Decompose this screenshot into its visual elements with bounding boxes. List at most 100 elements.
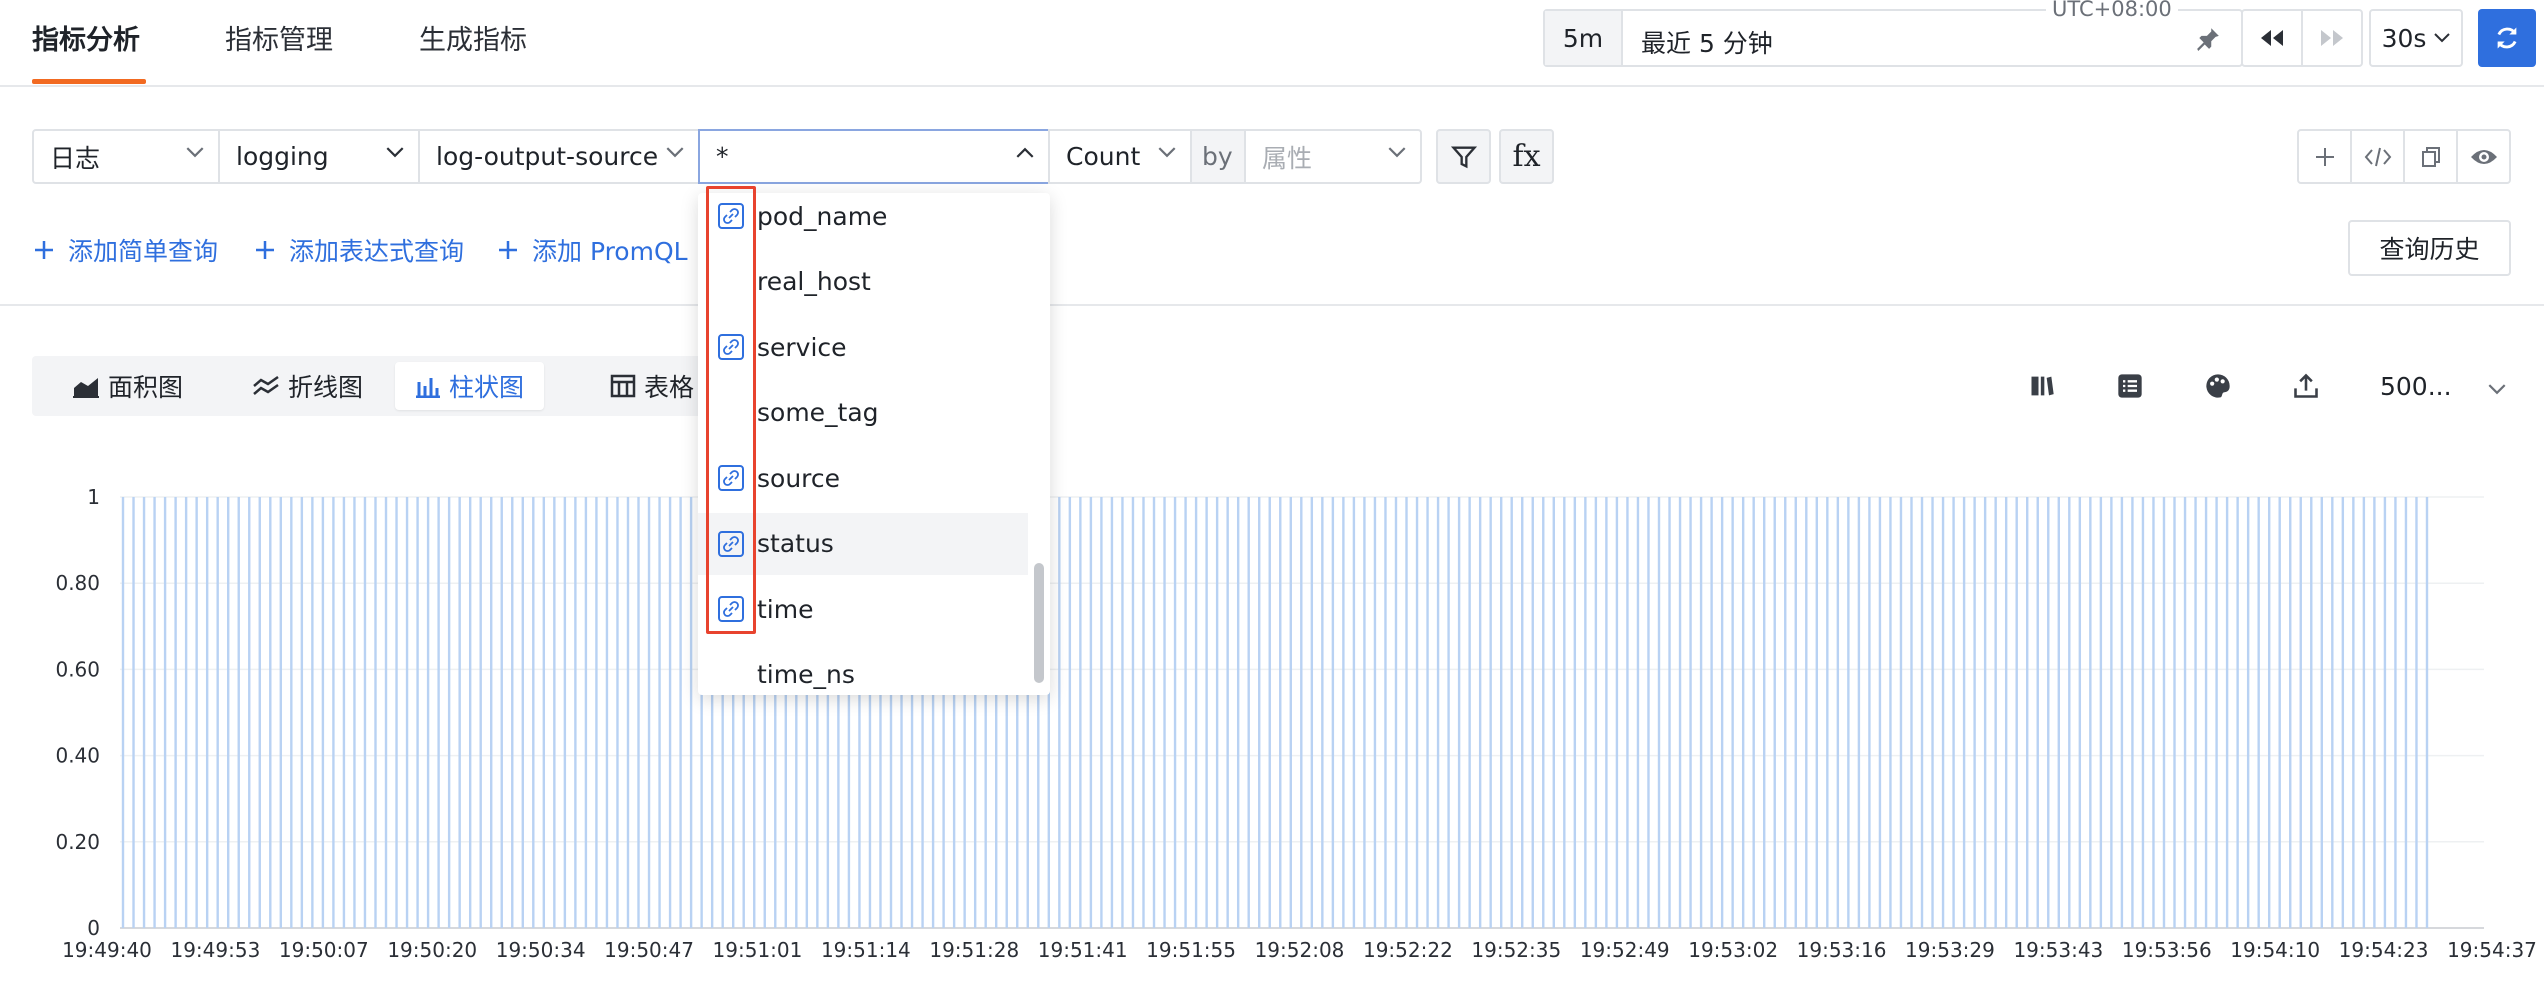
bar	[1626, 497, 1629, 928]
bar	[637, 497, 640, 928]
legend-toggle-button[interactable]	[2024, 368, 2060, 404]
filter-button[interactable]	[1436, 129, 1491, 184]
index-select[interactable]: logging	[218, 129, 420, 184]
bar	[542, 497, 546, 928]
group-by-select[interactable]: 属性	[1244, 129, 1422, 184]
bar	[1226, 497, 1229, 928]
bar	[2299, 497, 2302, 928]
dropdown-option-label: service	[757, 332, 847, 362]
bar	[216, 497, 219, 928]
bar	[1941, 497, 1945, 928]
y-tick-label: 0.20	[55, 830, 100, 854]
rewind-button[interactable]	[2243, 11, 2303, 65]
visibility-button[interactable]	[2458, 131, 2509, 182]
active-tab-indicator	[32, 79, 146, 84]
field-select[interactable]: *	[698, 129, 1050, 184]
pin-icon[interactable]	[2195, 25, 2221, 51]
area-chart-icon	[73, 378, 99, 398]
bar	[2257, 497, 2260, 928]
function-button[interactable]: fx	[1499, 129, 1554, 184]
bar	[2131, 497, 2134, 928]
bar	[2246, 497, 2250, 928]
tab-metric-management[interactable]: 指标管理	[225, 18, 333, 57]
x-tick-label: 19:52:22	[1363, 938, 1453, 962]
bar	[1510, 497, 1513, 928]
tab-table[interactable]: 表格	[590, 362, 714, 410]
bar	[1847, 497, 1850, 928]
forward-button[interactable]	[2303, 11, 2361, 65]
bar	[668, 497, 672, 928]
add-promql-query-link[interactable]: 添加 PromQL	[496, 232, 688, 268]
bar	[2362, 497, 2366, 928]
bar	[1531, 497, 1534, 928]
copy-button[interactable]	[2405, 131, 2458, 182]
by-label-text: by	[1202, 142, 1233, 171]
code-view-button[interactable]	[2352, 131, 2405, 182]
bar	[1131, 497, 1135, 928]
tab-area-chart[interactable]: 面积图	[52, 362, 203, 410]
bar	[1394, 497, 1398, 928]
limit-select[interactable]: 500...	[2380, 372, 2506, 401]
bar	[174, 497, 177, 928]
bar	[647, 497, 651, 928]
bar	[2047, 497, 2050, 928]
bar	[1236, 497, 1240, 928]
bar	[258, 497, 261, 928]
bar	[1857, 497, 1861, 928]
refresh-interval-select[interactable]: 30s	[2369, 9, 2463, 67]
time-range-text[interactable]: 最近 5 分钟	[1641, 24, 1773, 60]
bar	[2162, 497, 2166, 928]
list-view-button[interactable]	[2112, 368, 2148, 404]
bar	[2036, 497, 2039, 928]
dropdown-option[interactable]: time_ns	[698, 644, 1028, 696]
bar	[1258, 497, 1261, 928]
bar	[1710, 497, 1713, 928]
tab-bar-chart[interactable]: 柱状图	[395, 362, 545, 410]
bar	[511, 497, 514, 928]
bar	[300, 497, 304, 928]
bar	[1247, 497, 1250, 928]
bar	[1952, 497, 1955, 928]
add-query-button[interactable]	[2299, 131, 2352, 182]
export-button[interactable]	[2288, 368, 2324, 404]
bar	[1331, 497, 1335, 928]
bar	[1321, 497, 1324, 928]
tab-line-chart[interactable]: 折线图	[232, 362, 383, 410]
aggregation-select[interactable]: Count	[1048, 129, 1192, 184]
bar	[1973, 497, 1976, 928]
bar	[195, 497, 198, 928]
bar	[1615, 497, 1619, 928]
chevron-down-icon	[1388, 147, 1406, 158]
x-tick-label: 19:52:08	[1255, 938, 1345, 962]
x-tick-label: 19:51:14	[821, 938, 911, 962]
bar	[353, 497, 356, 928]
x-tick-label: 19:53:16	[1797, 938, 1887, 962]
bar	[1058, 497, 1061, 928]
dropdown-scrollbar[interactable]	[1034, 563, 1044, 683]
add-expression-query-link[interactable]: 添加表达式查询	[253, 232, 464, 268]
time-range-short[interactable]: 5m	[1545, 11, 1623, 65]
refresh-interval-value: 30s	[2381, 23, 2427, 53]
bar	[1342, 497, 1345, 928]
bar	[2183, 497, 2187, 928]
tab-generate-metric[interactable]: 生成指标	[419, 18, 527, 57]
bar	[1647, 497, 1650, 928]
source-select[interactable]: log-output-source	[418, 129, 700, 184]
refresh-button[interactable]	[2478, 9, 2536, 67]
bar	[658, 497, 661, 928]
chevron-down-icon	[2434, 33, 2451, 43]
book-icon	[2031, 376, 2054, 396]
y-tick-label: 0.80	[55, 571, 100, 595]
color-palette-button[interactable]	[2200, 368, 2236, 404]
add-simple-query-link[interactable]: 添加简单查询	[32, 232, 218, 268]
plus-icon	[256, 241, 274, 259]
tab-metric-analysis[interactable]: 指标分析	[32, 18, 140, 57]
bar	[2404, 497, 2408, 928]
source-type-select[interactable]: 日志	[32, 129, 220, 184]
bar	[1373, 497, 1377, 928]
bar	[2215, 497, 2218, 928]
area-chart-label: 面积图	[108, 373, 184, 402]
query-history-button[interactable]: 查询历史	[2348, 220, 2511, 276]
bar	[553, 497, 556, 928]
chevron-up-icon	[1016, 147, 1034, 158]
